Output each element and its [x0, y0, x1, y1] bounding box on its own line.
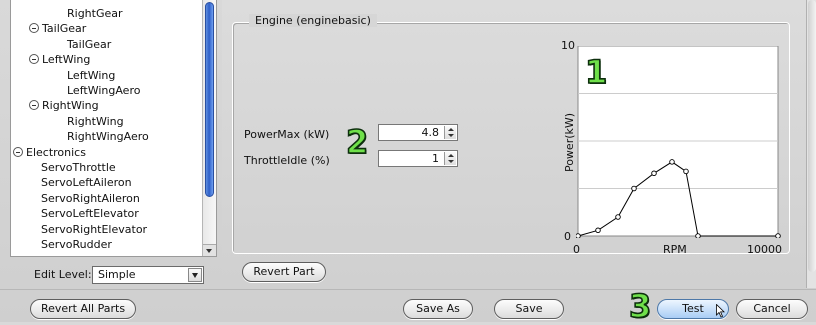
- tree-item-label: RightWing: [67, 114, 124, 128]
- y-axis-label: Power(kW): [563, 112, 577, 173]
- collapse-toggle-icon[interactable]: [29, 23, 39, 34]
- x-tick-label: 0: [573, 243, 580, 256]
- tree-item-label: RightGear: [67, 7, 123, 20]
- tree-item[interactable]: ServoRightElevator: [41, 222, 147, 237]
- annotation-one: 1: [584, 53, 608, 91]
- spinner-arrows-icon[interactable]: [444, 152, 456, 165]
- engine-group-title: Engine (enginebasic): [249, 14, 377, 27]
- tree-item[interactable]: RightWingAero: [67, 129, 149, 144]
- tree-item[interactable]: ServoLeftAileron: [41, 175, 132, 190]
- tree-item[interactable]: RightWing: [29, 98, 99, 113]
- tree-item[interactable]: ServoLeftElevator: [41, 206, 139, 221]
- mouse-cursor-icon: [716, 304, 725, 318]
- collapse-toggle-icon[interactable]: [29, 54, 39, 65]
- annotation-three: 3: [628, 287, 652, 325]
- tree-item-label: ServoRightElevator: [41, 222, 148, 236]
- tree-item-label: ServoRudder: [41, 238, 112, 251]
- tree-item[interactable]: LeftWing: [29, 52, 90, 67]
- tree-item-label: LeftWingAero: [67, 84, 141, 97]
- tree-item-label: RightWing: [42, 99, 99, 113]
- annotation-two: 2: [345, 123, 369, 161]
- tree-item[interactable]: Electronics: [13, 145, 86, 160]
- tree-item-label: TailGear: [67, 37, 112, 51]
- tree-item[interactable]: ServoThrottle: [41, 160, 116, 175]
- data-point: [595, 227, 601, 234]
- y-tick-label: 10: [561, 39, 575, 52]
- parts-tree: RightGear TailGear TailGear LeftWing LeftWin…: [11, 0, 202, 256]
- y-tick-label: 0: [564, 230, 571, 243]
- data-point: [651, 170, 657, 177]
- power-max-value: 4.8: [421, 126, 440, 139]
- tree-item[interactable]: ServoRudder: [41, 237, 112, 252]
- tree-item-label: RightWingAero: [67, 130, 149, 144]
- spinner-arrows-icon[interactable]: [444, 126, 456, 139]
- tree-item-label: Electronics: [26, 145, 86, 159]
- collapse-toggle-icon[interactable]: [13, 146, 23, 157]
- data-point: [575, 233, 581, 239]
- x-tick-label: 10000: [747, 243, 782, 256]
- throttle-idle-label: ThrottleIdle (%): [244, 154, 330, 167]
- parts-tree-panel: RightGear TailGear TailGear LeftWing LeftWin…: [10, 0, 217, 257]
- throttle-idle-spinner[interactable]: 1: [378, 150, 458, 167]
- tree-item-label: LeftWing: [42, 53, 91, 67]
- cancel-button[interactable]: Cancel: [736, 299, 808, 319]
- power-curve-svg: [575, 45, 781, 239]
- tree-item[interactable]: LeftWingAero: [67, 83, 140, 98]
- data-point: [615, 214, 621, 220]
- tree-scrollbar[interactable]: [202, 0, 216, 256]
- data-point: [683, 168, 689, 175]
- power-max-spinner[interactable]: 4.8: [378, 124, 458, 141]
- revert-part-button[interactable]: Revert Part: [242, 262, 326, 282]
- save-button[interactable]: Save: [494, 299, 564, 319]
- tree-item-label: ServoThrottle: [41, 161, 116, 174]
- tree-item-label: ServoRightAileron: [41, 191, 140, 205]
- tree-item[interactable]: TailGear: [67, 37, 111, 52]
- edit-level-row: Edit Level: Simple: [10, 262, 217, 288]
- tree-item[interactable]: RightWing: [67, 114, 124, 129]
- scroll-down-arrow-icon[interactable]: [203, 244, 216, 256]
- data-point: [775, 233, 781, 239]
- edit-level-value: Simple: [98, 268, 136, 281]
- collapse-toggle-icon[interactable]: [29, 100, 39, 111]
- tree-item-label: ServoLeftAileron: [41, 176, 132, 190]
- data-point: [631, 185, 637, 192]
- throttle-idle-value: 1: [432, 152, 439, 165]
- tree-item[interactable]: TailGear: [29, 21, 86, 36]
- bottom-divider: [0, 289, 816, 290]
- revert-all-parts-button[interactable]: Revert All Parts: [30, 299, 136, 319]
- save-as-button[interactable]: Save As: [403, 299, 473, 319]
- power-curve-chart: [575, 45, 804, 239]
- x-axis-label: RPM: [663, 243, 687, 256]
- tree-item[interactable]: ServoRightAileron: [41, 191, 140, 206]
- tree-item-label: ServoLeftElevator: [41, 207, 139, 221]
- data-point: [669, 159, 675, 165]
- power-max-label: PowerMax (kW): [244, 128, 330, 141]
- tree-scrollbar-thumb[interactable]: [205, 2, 214, 197]
- data-point: [695, 233, 701, 239]
- tree-item-label: TailGear: [42, 22, 87, 36]
- main-scrollbar-thumb[interactable]: [808, 0, 816, 272]
- edit-level-label: Edit Level:: [34, 268, 92, 281]
- edit-level-select[interactable]: Simple: [92, 266, 204, 284]
- tree-item[interactable]: LeftWing: [67, 68, 115, 83]
- tree-item-label: LeftWing: [67, 68, 116, 82]
- tree-item[interactable]: RightGear: [67, 6, 123, 21]
- chevron-down-icon[interactable]: [188, 268, 202, 282]
- main-scrollbar[interactable]: [806, 0, 816, 288]
